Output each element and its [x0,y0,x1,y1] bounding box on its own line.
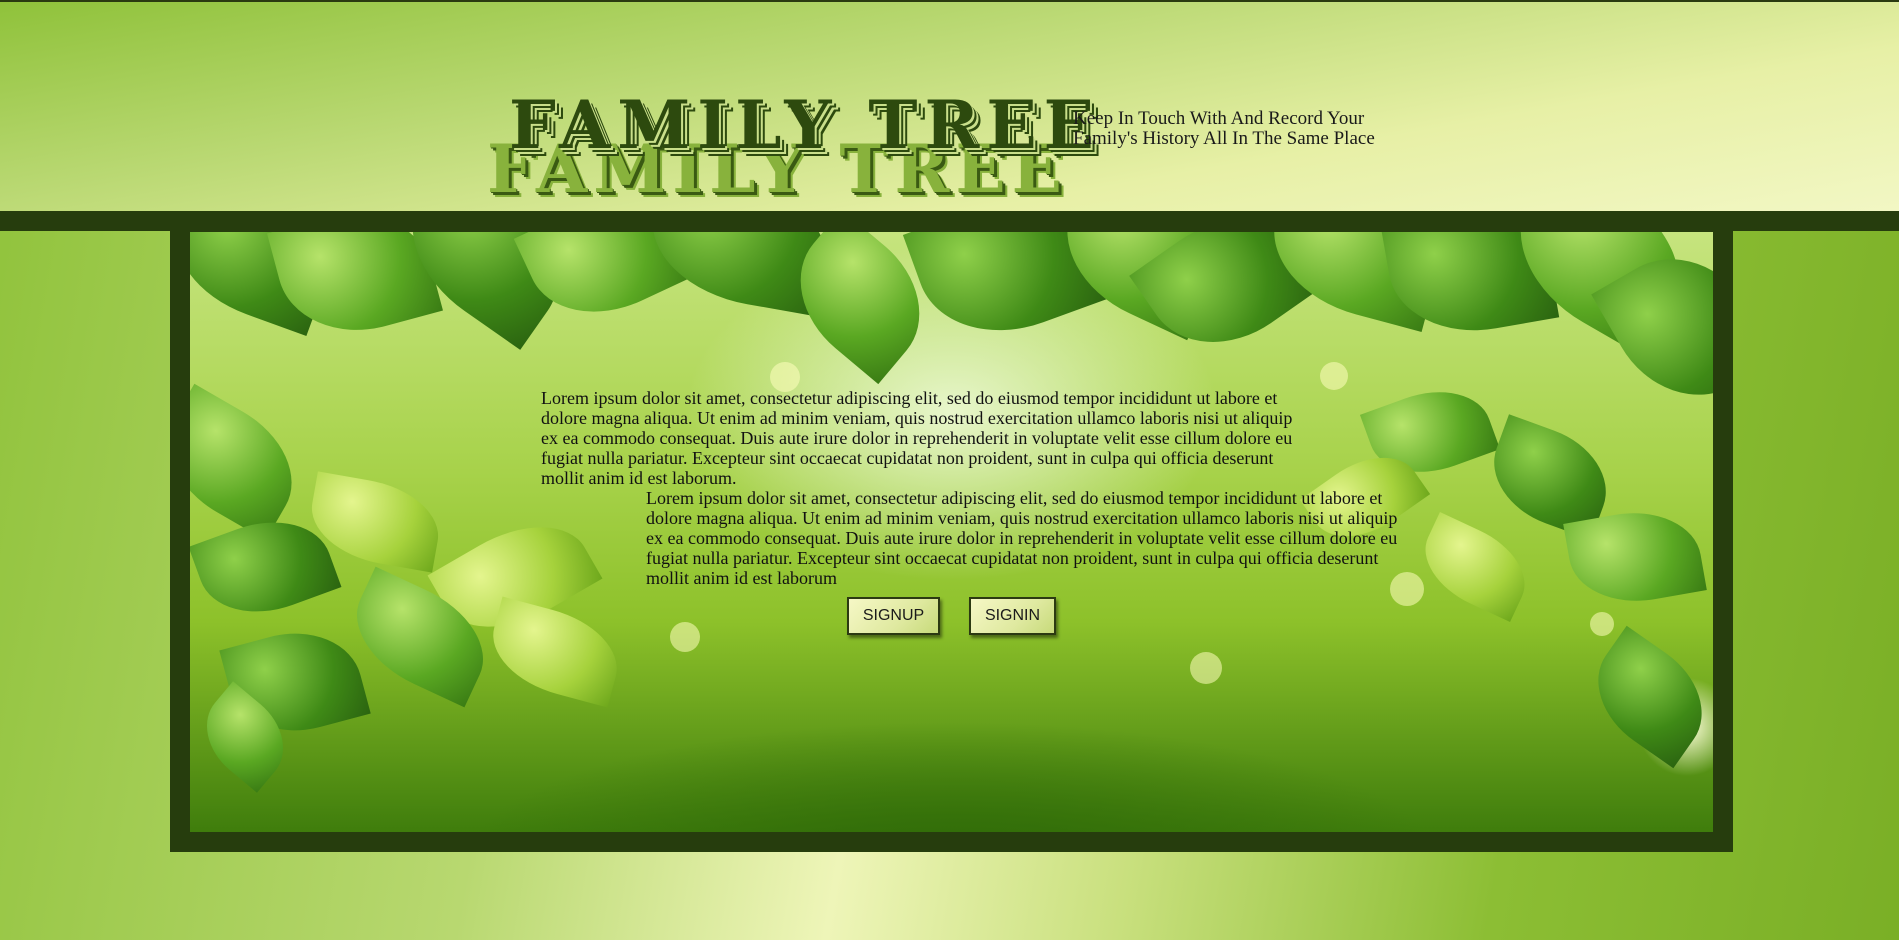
site-tagline: Keep In Touch With And Record Your Famil… [1073,109,1433,149]
signin-button[interactable]: SIGNIN [969,597,1056,635]
leaf-decoration [190,383,316,541]
leaf-decoration [1575,625,1713,769]
bokeh-light [670,622,700,652]
leaf-decoration [1410,512,1540,622]
tagline-line-2: Family's History All In The Same Place [1073,128,1375,149]
tagline-line-1: Keep In Touch With And Record Your [1073,108,1365,129]
intro-paragraph-1: Lorem ipsum dolor sit amet, consectetur … [541,388,1293,488]
site-header: FAMILY TREE FAMILY TREE Keep In Touch Wi… [0,2,1899,211]
bokeh-light [1190,652,1222,684]
intro-paragraph-2: Lorem ipsum dolor sit amet, consectetur … [646,488,1398,588]
bokeh-light [1320,362,1348,390]
leaf-decoration [481,596,629,708]
header-divider-bar [0,211,1899,231]
bokeh-light [1590,612,1614,636]
site-title-text: FAMILY TREE [509,86,1101,164]
signup-button[interactable]: SIGNUP [847,597,940,635]
site-title: FAMILY TREE FAMILY TREE [485,92,1094,222]
